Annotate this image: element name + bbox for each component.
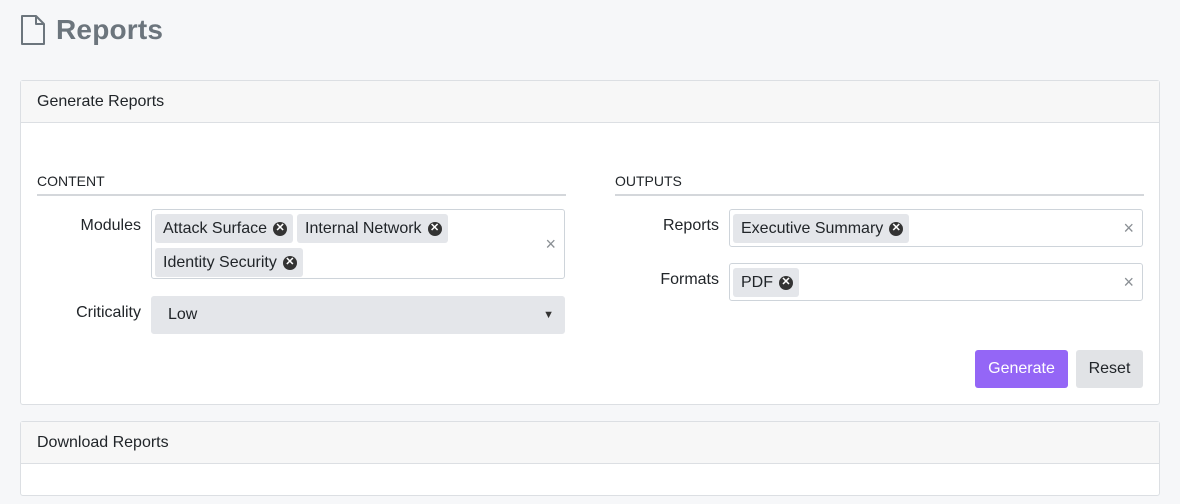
reset-button[interactable]: Reset bbox=[1076, 350, 1143, 388]
formats-label: Formats bbox=[660, 271, 719, 288]
module-chip: Internal Network ✕ bbox=[297, 214, 448, 243]
criticality-value: Low bbox=[168, 306, 198, 323]
generate-reports-card: Generate Reports CONTENT Modules Attack … bbox=[20, 80, 1160, 405]
page-title: Reports bbox=[56, 14, 164, 45]
chevron-down-icon: ▼ bbox=[543, 309, 554, 321]
chip-label: Internal Network bbox=[305, 219, 422, 237]
module-chip: Attack Surface ✕ bbox=[155, 214, 294, 243]
criticality-select[interactable]: Low ▼ bbox=[151, 296, 565, 334]
generate-reports-header: Generate Reports bbox=[21, 81, 1159, 123]
remove-chip-icon[interactable]: ✕ bbox=[273, 221, 288, 236]
module-chip: Identity Security ✕ bbox=[155, 248, 303, 277]
reports-select[interactable]: Executive Summary ✕ × bbox=[729, 209, 1143, 247]
outputs-section-title: OUTPUTS bbox=[615, 173, 1144, 196]
generate-button[interactable]: Generate bbox=[975, 350, 1068, 388]
download-reports-header: Download Reports bbox=[21, 422, 1159, 464]
formats-select[interactable]: PDF ✕ × bbox=[729, 263, 1143, 301]
clear-formats-icon[interactable]: × bbox=[1123, 273, 1134, 291]
remove-chip-icon[interactable]: ✕ bbox=[427, 221, 442, 236]
format-chip: PDF ✕ bbox=[733, 268, 799, 297]
chip-label: Attack Surface bbox=[163, 219, 268, 237]
download-reports-card: Download Reports bbox=[20, 421, 1160, 496]
modules-select[interactable]: Attack Surface ✕ Internal Network ✕ Iden… bbox=[151, 209, 565, 279]
criticality-label: Criticality bbox=[76, 304, 141, 321]
chip-label: PDF bbox=[741, 273, 773, 291]
remove-chip-icon[interactable]: ✕ bbox=[282, 255, 297, 270]
modules-label: Modules bbox=[80, 217, 141, 234]
page-header: Reports bbox=[20, 14, 163, 46]
content-section-title: CONTENT bbox=[37, 173, 566, 196]
chip-label: Executive Summary bbox=[741, 219, 884, 237]
report-chip: Executive Summary ✕ bbox=[733, 214, 910, 243]
remove-chip-icon[interactable]: ✕ bbox=[889, 221, 904, 236]
clear-reports-icon[interactable]: × bbox=[1123, 219, 1134, 237]
chip-label: Identity Security bbox=[163, 253, 277, 271]
reports-label: Reports bbox=[662, 217, 719, 234]
clear-modules-icon[interactable]: × bbox=[545, 235, 556, 253]
remove-chip-icon[interactable]: ✕ bbox=[779, 275, 793, 290]
document-icon bbox=[20, 14, 46, 46]
